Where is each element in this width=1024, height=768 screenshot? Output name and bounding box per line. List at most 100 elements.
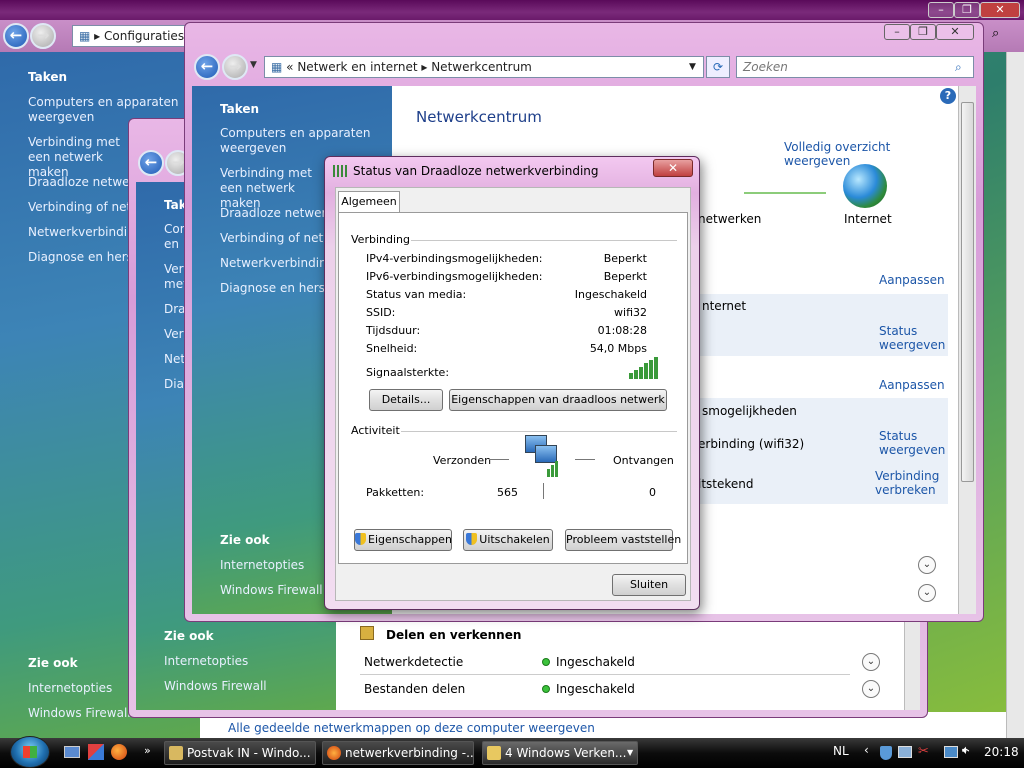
front-forward-button[interactable]: → — [222, 54, 248, 80]
group-dropdown-icon[interactable]: ▼ — [627, 742, 633, 764]
diagnose-button[interactable]: Probleem vaststellen — [565, 529, 681, 551]
task-link[interactable]: Computers en apparaten weergeven — [220, 126, 380, 156]
forward-button[interactable]: → — [30, 23, 56, 49]
quick-launch-more-icon[interactable]: » — [144, 744, 151, 757]
taskbar-item-mail[interactable]: Postvak IN - Windo... — [164, 741, 316, 765]
shared-folders-link[interactable]: Alle gedeelde netwerkmappen op deze comp… — [228, 721, 595, 735]
tasks-title: Taken — [220, 102, 260, 116]
row-label: Snelheid: — [366, 342, 418, 355]
search-input[interactable]: Zoeken ⌕ — [736, 56, 974, 78]
front-scrollbar[interactable] — [958, 86, 976, 614]
language-indicator[interactable]: NL — [833, 744, 849, 758]
customize-link[interactable]: Aanpassen — [879, 273, 945, 287]
front-minimize-button[interactable]: – — [884, 24, 910, 40]
tray-chevron-icon[interactable]: ‹ — [864, 743, 869, 757]
firefox-icon — [327, 746, 341, 760]
task-link[interactable]: Verbinding met een netwerk maken — [28, 135, 128, 180]
mail-app-icon — [169, 746, 183, 760]
task-link[interactable]: Verbinding met een netwerk maken — [220, 166, 324, 211]
signal-label: Signaalsterkte: — [366, 366, 450, 379]
task-link[interactable]: Verbinding of netwerk instellen — [28, 200, 128, 215]
close-button[interactable]: ✕ — [980, 2, 1020, 18]
taskbar-item-explorer[interactable]: 4 Windows Verken... ▼ — [482, 741, 638, 765]
clock[interactable]: 20:18 — [984, 745, 1019, 759]
row-value: 54,0 Mbps — [589, 342, 647, 355]
switch-windows-icon[interactable] — [88, 744, 104, 760]
task-link[interactable]: Verbinding of netwerk instellen — [220, 231, 324, 246]
tray-network-icon[interactable] — [898, 746, 912, 758]
scrollbar-thumb[interactable] — [961, 102, 974, 482]
refresh-button[interactable]: ⟳ — [706, 56, 730, 78]
signal-strength-icon — [629, 357, 659, 379]
chevron-down-icon[interactable]: ⌄ — [862, 653, 880, 671]
task-link[interactable]: Diagnose en herstel — [28, 250, 128, 265]
breadcrumb-item[interactable]: Netwerkcentrum — [431, 60, 532, 74]
front-maximize-button[interactable]: ❐ — [910, 24, 936, 40]
chevron-down-icon[interactable]: ⌄ — [862, 680, 880, 698]
tray-tool-icon[interactable]: ✂ — [918, 744, 929, 759]
row-value: Ingeschakeld — [574, 288, 647, 301]
customize-link[interactable]: Aanpassen — [879, 378, 945, 392]
see-also-title: Zie ook — [220, 533, 270, 547]
chevron-down-icon[interactable]: ⌄ — [918, 584, 936, 602]
task-link[interactable]: Computers en apparaten weergeven — [164, 222, 186, 252]
close-dialog-button[interactable]: Sluiten — [612, 574, 686, 596]
mid-back-button[interactable]: ← — [138, 150, 164, 176]
see-also-link[interactable]: Internetopties — [220, 558, 304, 573]
tray-monitor-icon[interactable] — [944, 746, 958, 758]
details-button[interactable]: Details... — [369, 389, 443, 411]
properties-button[interactable]: Eigenschappen — [354, 529, 452, 551]
wireless-properties-button[interactable]: Eigenschappen van draadloos netwerk — [449, 389, 667, 411]
task-link[interactable]: Verbinding of netwerk instellen — [164, 327, 186, 342]
maximize-button[interactable]: ❐ — [954, 2, 980, 18]
task-link[interactable]: Diagnose en herstel — [220, 281, 324, 296]
task-link[interactable]: Draadloze netwerken beheren — [220, 206, 324, 221]
tab-general[interactable]: Algemeen — [338, 191, 400, 213]
disconnect-link[interactable]: Verbinding verbreken — [875, 469, 951, 497]
row-label: SSID: — [366, 306, 396, 319]
front-address-bar[interactable]: ▦ « Netwerk en internet ▸ Netwerkcentrum… — [264, 56, 704, 78]
task-link[interactable]: Netwerkverbindingen beheren — [28, 225, 128, 240]
dialog-close-button[interactable]: ✕ — [653, 159, 693, 177]
sent-line — [489, 459, 509, 460]
task-link[interactable]: Draadloze netwerken beheren — [28, 175, 128, 190]
see-also-link[interactable]: Windows Firewall — [220, 583, 323, 598]
back-search-icon[interactable]: ⌕ — [992, 26, 1016, 41]
see-also-link[interactable]: Windows Firewall — [28, 706, 131, 721]
show-desktop-icon[interactable] — [64, 746, 80, 758]
task-link[interactable]: Draadloze netwerken beheren — [164, 302, 186, 317]
sharing-row-status: Ingeschakeld — [542, 682, 635, 696]
breadcrumb-item[interactable]: Netwerk en internet — [297, 60, 417, 74]
search-icon[interactable]: ⌕ — [955, 57, 962, 77]
back-button[interactable]: ← — [3, 23, 29, 49]
status-link[interactable]: Status weergeven — [879, 429, 949, 457]
see-also-link[interactable]: Internetopties — [28, 681, 112, 696]
help-icon[interactable]: ? — [940, 88, 956, 104]
see-also-link[interactable]: Windows Firewall — [164, 679, 267, 694]
firefox-icon[interactable] — [111, 744, 127, 760]
task-link[interactable]: Verbinding met een netwerk maken — [164, 262, 186, 292]
recent-pages-icon[interactable]: ▼ — [250, 60, 257, 70]
volume-icon[interactable]: 🔈︎ — [962, 743, 970, 758]
disable-button[interactable]: Uitschakelen — [463, 529, 553, 551]
packets-received: 0 — [649, 486, 656, 499]
mid-scrollbar[interactable] — [904, 616, 920, 710]
chevron-down-icon[interactable]: ⌄ — [918, 556, 936, 574]
row-label: Tijdsduur: — [366, 324, 421, 337]
address-dropdown-icon[interactable]: ▼ — [689, 57, 696, 77]
task-link[interactable]: Netwerkverbindingen beheren — [164, 352, 186, 367]
tab-pane: Verbinding IPv4-verbindingsmogelijkheden… — [338, 212, 688, 564]
front-back-button[interactable]: ← — [194, 54, 220, 80]
minimize-button[interactable]: – — [928, 2, 954, 18]
full-map-link[interactable]: Volledig overzicht weergeven — [784, 140, 958, 168]
task-link[interactable]: Diagnose en herstel — [164, 377, 186, 392]
back-scrollbar[interactable] — [1006, 52, 1024, 738]
back-address-bar[interactable]: ▦ ▸ Configuraties — [72, 25, 192, 47]
taskbar-item-firefox[interactable]: netwerkverbinding -... — [322, 741, 474, 765]
task-link[interactable]: Netwerkverbindingen beheren — [220, 256, 324, 271]
see-also-link[interactable]: Internetopties — [164, 654, 248, 669]
front-close-button[interactable]: ✕ — [936, 24, 974, 40]
windows-logo-icon — [23, 746, 37, 758]
status-link[interactable]: Status weergeven — [879, 324, 949, 352]
start-button[interactable] — [10, 736, 50, 768]
